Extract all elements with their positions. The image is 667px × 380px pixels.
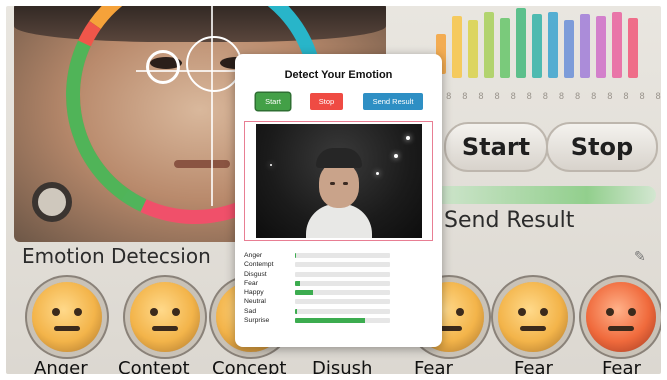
emotion-bars: Anger Contempt Disgust Fear Happy Neutral Sad S…	[244, 251, 434, 325]
background-stop-graphic: Stop	[546, 122, 658, 172]
emotion-bar-row: Happy	[244, 288, 434, 297]
emotion-bar-row: Neutral	[244, 297, 434, 306]
emotion-bar-label: Happy	[244, 289, 264, 297]
emotion-bar-track	[295, 308, 390, 314]
emotion-detect-modal: Detect Your Emotion Start Stop Send Resu…	[235, 54, 442, 347]
start-button[interactable]: Start	[256, 93, 290, 110]
emotion-bar-fill	[295, 253, 296, 258]
emotion-bar-track	[295, 262, 390, 268]
emotion-bar-fill	[295, 318, 366, 324]
emotion-bar-fill	[295, 280, 300, 286]
modal-title: Detect Your Emotion	[284, 69, 393, 81]
webcam-person	[306, 148, 372, 238]
emotion-bar-track	[295, 271, 390, 277]
emotion-bar-track	[295, 290, 390, 296]
equalizer-tick-label: 8	[446, 92, 452, 102]
background-title-text: Emotion Detecsion	[22, 244, 211, 268]
emotion-bar-track	[295, 318, 390, 324]
webcam-video-feed	[256, 124, 422, 238]
emotion-bar-label: Neutral	[244, 298, 266, 306]
background-progress-graphic	[426, 186, 656, 204]
background-emoji-label: Fear	[514, 358, 553, 374]
equalizer-tick-label: 8	[623, 92, 629, 102]
emotion-bar-row: Anger	[244, 251, 434, 260]
emotion-bar-label: Surprise	[244, 317, 270, 325]
emotion-bar-track	[295, 280, 390, 286]
emotion-bar-track	[295, 253, 390, 258]
send-result-button[interactable]: Send Result	[363, 93, 423, 110]
equalizer-tick-label: 8	[510, 92, 516, 102]
emotion-bar-row: Fear	[244, 279, 434, 288]
background-emoji-label: Concept	[212, 358, 287, 374]
equalizer-tick-label: 8	[494, 92, 500, 102]
target-reticle-outer-icon	[186, 36, 242, 92]
emotion-bar-label: Contempt	[244, 261, 274, 269]
background-camera-ring-icon	[32, 182, 72, 222]
background-emoji-label: Fear	[602, 358, 641, 374]
emotion-bar-track	[295, 299, 390, 305]
background-emoji-label: Anger	[34, 358, 88, 374]
background-emoji-fear-3	[586, 282, 656, 352]
equalizer-tick-label: 8	[574, 92, 581, 102]
equalizer-tick-label: 8	[542, 92, 549, 102]
emotion-bar-row: Surprise	[244, 316, 434, 325]
background-emoji-label: Contept	[118, 358, 190, 374]
equalizer-tick-label: 8	[655, 92, 661, 102]
emotion-bar-fill	[295, 308, 297, 314]
equalizer-tick-label: 8	[607, 92, 613, 102]
background-start-graphic: Start	[444, 122, 548, 172]
equalizer-tick-label: 8	[478, 92, 484, 102]
emotion-bar-label: Fear	[244, 279, 258, 287]
equalizer-tick-label: 8	[462, 92, 468, 102]
emotion-bar-label: Sad	[244, 307, 257, 315]
target-reticle-icon	[146, 50, 180, 84]
background-send-result-text: Send Result	[444, 208, 575, 233]
equalizer-tick-label: 8	[526, 92, 532, 102]
background-emoji-fear-2	[498, 282, 568, 352]
emotion-bar-row: Sad	[244, 307, 434, 316]
equalizer-tick-label: 8	[590, 92, 597, 102]
equalizer-tick-label: 8	[558, 92, 565, 102]
emotion-bar-row: Disgust	[244, 270, 434, 279]
equalizer-tick-label: 8	[639, 92, 645, 102]
emotion-bar-row: Contempt	[244, 260, 434, 269]
background-equalizer-ticks: 88888888888888	[446, 92, 661, 102]
stop-button[interactable]: Stop	[310, 93, 343, 110]
emotion-bar-fill	[295, 290, 314, 296]
background-emoji-label: Disush	[312, 358, 373, 374]
pencil-icon: ✎	[634, 248, 646, 264]
background-emoji-label: Fear	[414, 358, 453, 374]
background-equalizer-bars	[436, 8, 656, 88]
background-emoji-anger	[32, 282, 102, 352]
emotion-bar-label: Anger	[244, 252, 263, 259]
emotion-bar-label: Disgust	[244, 270, 267, 278]
video-frame	[244, 121, 433, 241]
background-emoji-contempt	[130, 282, 200, 352]
